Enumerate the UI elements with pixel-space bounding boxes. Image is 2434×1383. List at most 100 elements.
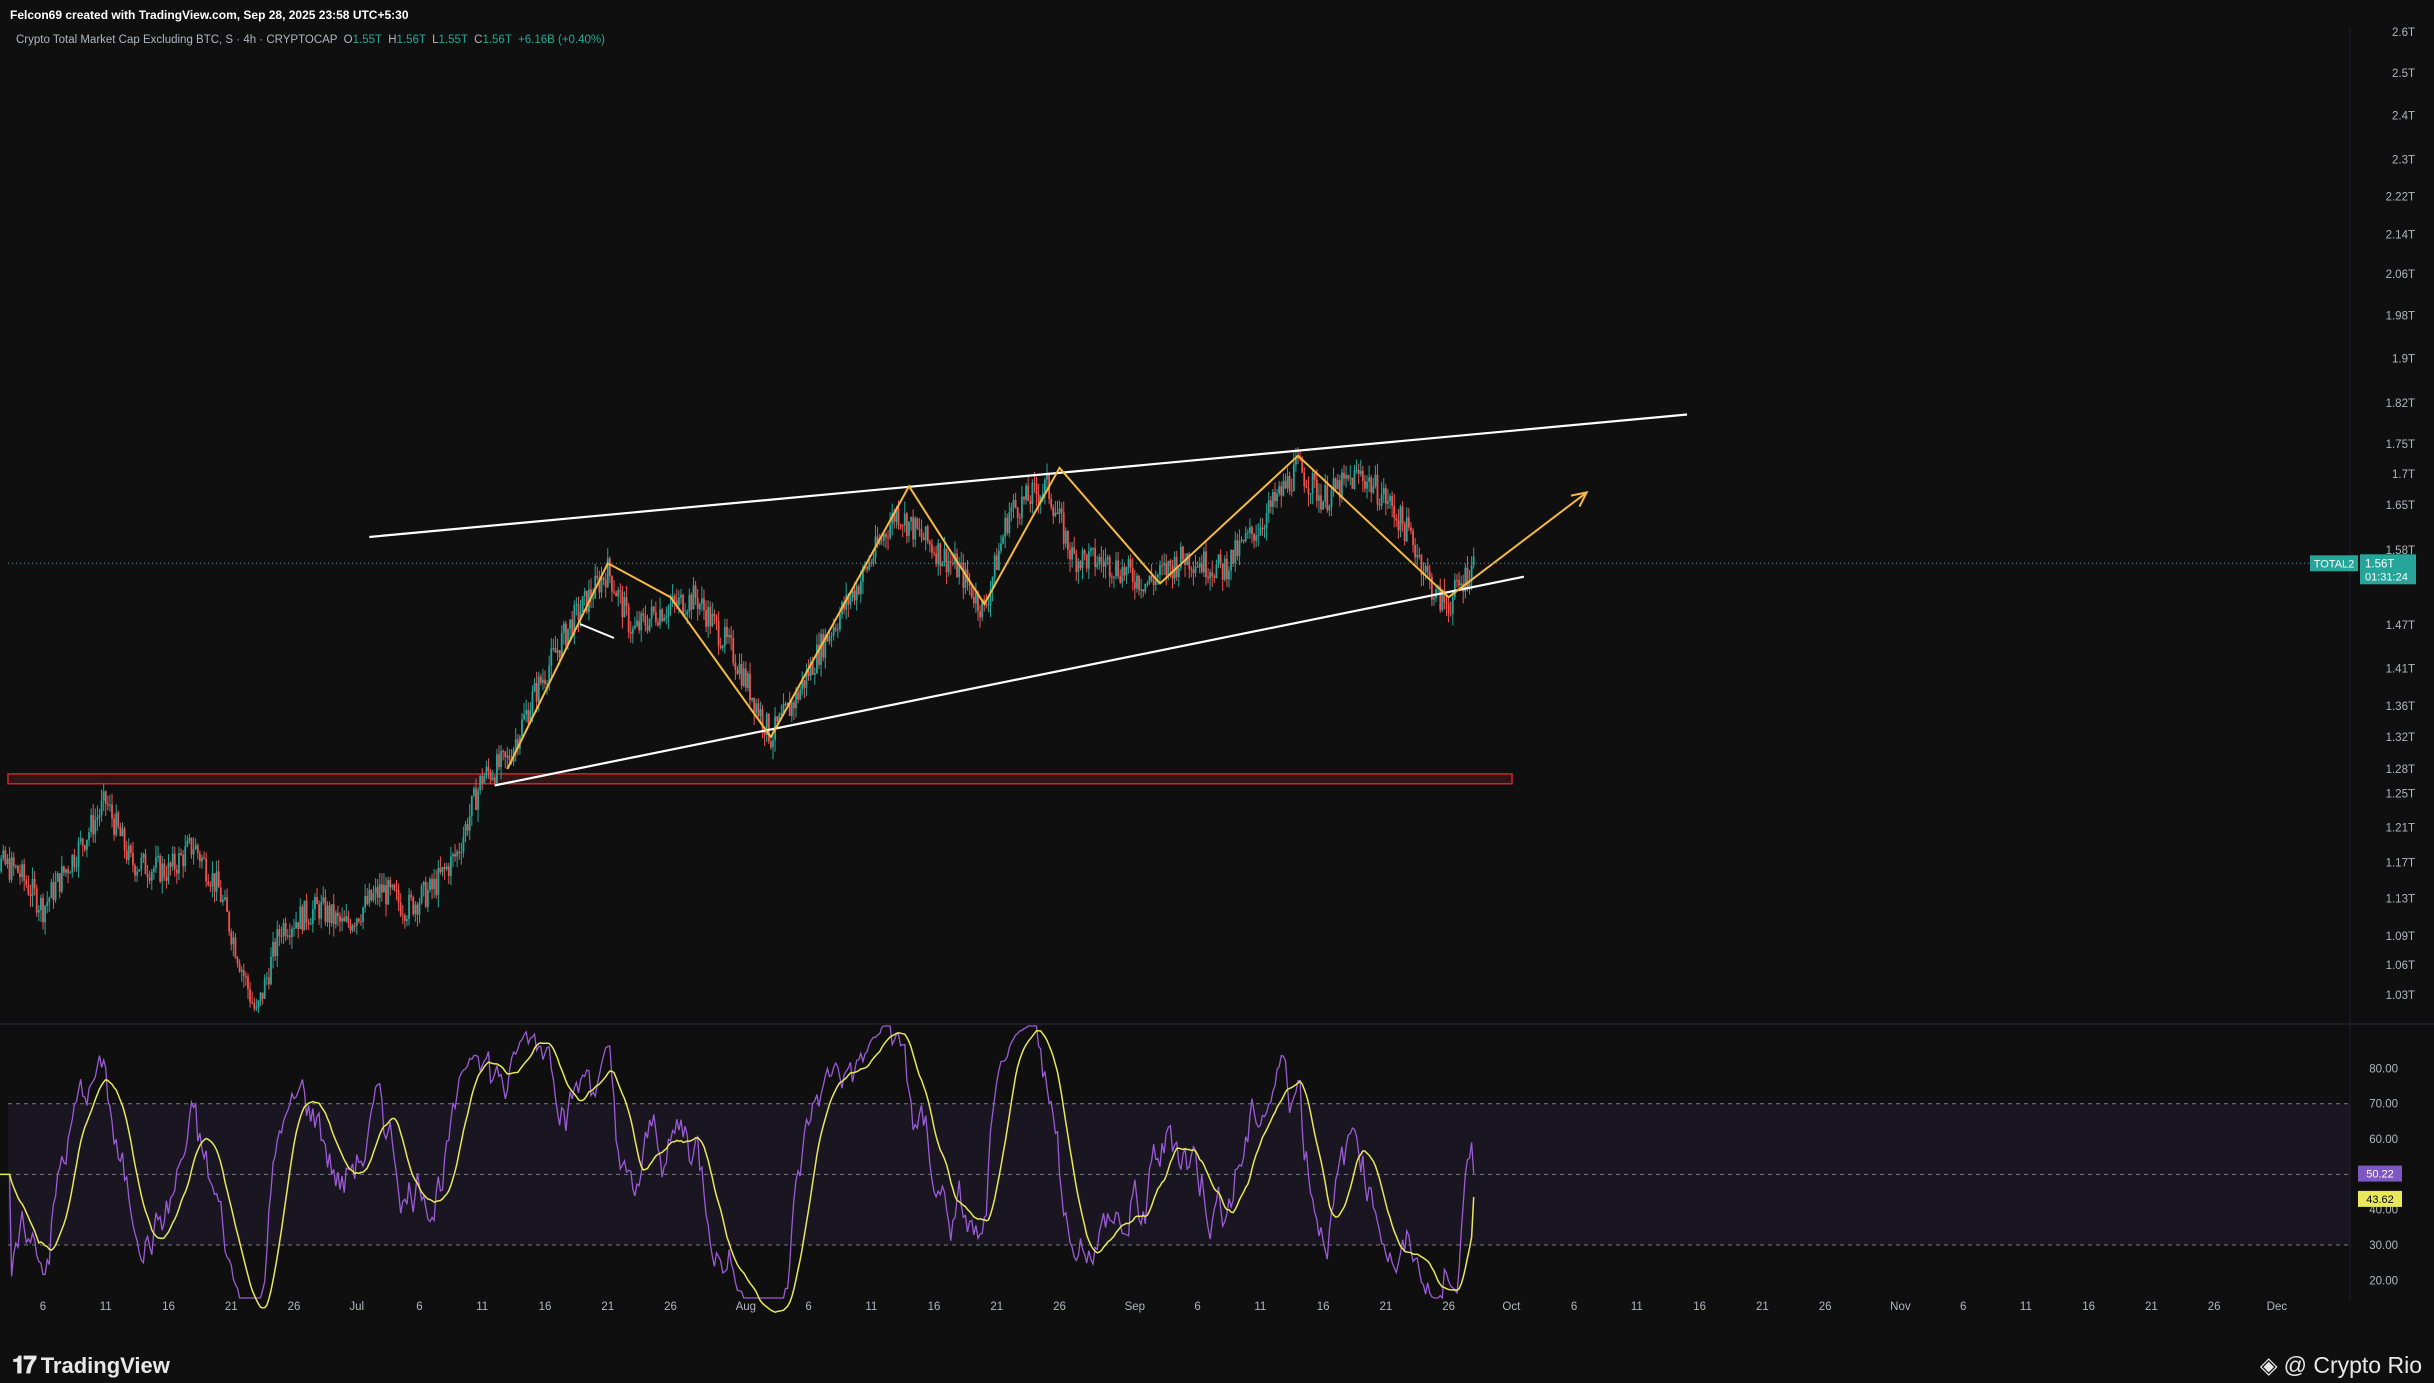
candle-body	[1456, 580, 1458, 582]
candle-body	[232, 937, 235, 945]
price-axis-label: 1.09T	[2386, 931, 2415, 943]
candle-body	[694, 585, 697, 598]
candle	[479, 774, 482, 795]
candle-body	[640, 613, 643, 631]
symbol-legend[interactable]: Crypto Total Market Cap Excluding BTC, S…	[16, 34, 605, 46]
candle-body	[380, 884, 383, 893]
candle	[1161, 555, 1163, 576]
candle	[297, 922, 300, 939]
candle	[1407, 507, 1410, 531]
candle-body	[1198, 563, 1201, 568]
candle-body	[284, 922, 287, 937]
candle-body	[581, 596, 584, 612]
candle-body	[86, 839, 88, 850]
candle-body	[908, 521, 910, 536]
candle-body	[1071, 547, 1073, 560]
candle	[1046, 463, 1048, 490]
candle	[1163, 553, 1166, 575]
candle	[912, 509, 915, 548]
candle	[1343, 464, 1345, 486]
tradingview-logo[interactable]: 𝟏𝟕 TradingView	[12, 1352, 170, 1380]
candle-body	[677, 597, 680, 606]
candle-body	[918, 528, 921, 530]
candle-body	[945, 549, 948, 573]
candle	[33, 871, 36, 896]
candle-body	[1393, 505, 1396, 518]
candle	[1123, 562, 1126, 581]
candle	[1060, 502, 1063, 523]
candle	[1372, 477, 1375, 494]
candle	[521, 713, 523, 739]
price-axis-label: 2.6T	[2392, 27, 2415, 39]
price-axis-label: 1.21T	[2386, 823, 2415, 835]
candle	[663, 613, 666, 622]
candle-body	[175, 869, 178, 874]
candle	[962, 553, 965, 600]
candle	[1330, 485, 1333, 517]
candle	[293, 918, 295, 937]
chart-canvas[interactable]: 2.6T 2.5T 2.4T 2.3T 2.22T 2.14T 2.06T 1.98T 1.9T…	[0, 0, 2434, 1340]
candle-body	[259, 992, 262, 1002]
candle-body	[1205, 551, 1207, 578]
candle-body	[1002, 536, 1004, 544]
candle-body	[688, 594, 691, 612]
price-axis-label: 1.03T	[2386, 990, 2415, 1002]
time-axis-label: 6	[1571, 1301, 1577, 1313]
candle	[498, 745, 500, 771]
candle	[1391, 491, 1394, 518]
candle-body	[1328, 506, 1331, 511]
candle	[732, 629, 735, 667]
candle-body	[479, 775, 482, 791]
candle-body	[615, 592, 618, 597]
candle-body	[431, 878, 433, 890]
candle	[385, 877, 387, 917]
candle	[175, 864, 178, 884]
candle	[207, 873, 210, 887]
price-axis-label: 1.13T	[2386, 894, 2415, 906]
candle	[1410, 522, 1412, 535]
candle-body	[470, 795, 473, 816]
candle	[751, 697, 753, 703]
candle	[188, 833, 191, 844]
candle	[905, 511, 908, 544]
candle	[1246, 528, 1249, 539]
candle-body	[437, 867, 440, 896]
candle-body	[757, 703, 760, 716]
rsi-pane[interactable]	[0, 1025, 2350, 1314]
candle	[31, 867, 34, 907]
candle	[667, 604, 670, 629]
candle	[1430, 573, 1433, 606]
candle	[104, 790, 107, 816]
candle	[48, 896, 51, 912]
candle	[1108, 554, 1111, 588]
candle-body	[362, 907, 364, 922]
candle	[10, 851, 13, 883]
candle	[230, 928, 233, 951]
candle-body	[544, 679, 546, 684]
candle-body	[707, 607, 710, 627]
candle-body	[117, 812, 120, 827]
candle	[1272, 489, 1274, 515]
candle	[259, 991, 262, 1007]
candle	[102, 783, 105, 812]
candle	[631, 625, 634, 644]
candle-body	[1353, 470, 1356, 489]
candle-body	[680, 594, 682, 598]
price-pane[interactable]	[0, 413, 2350, 1013]
candle-body	[31, 878, 34, 897]
price-axis-label: 1.28T	[2386, 764, 2415, 776]
candle-body	[797, 692, 799, 700]
candle	[157, 846, 159, 863]
candle	[75, 856, 78, 873]
candle	[544, 670, 546, 689]
channel-upper-line	[369, 413, 1688, 539]
candle	[52, 873, 55, 909]
candle	[192, 837, 195, 865]
candle-body	[1341, 472, 1343, 499]
candle	[113, 813, 116, 841]
candle-body	[399, 902, 402, 916]
time-axis-label: 26	[1053, 1301, 1066, 1313]
candle	[391, 883, 394, 890]
candle	[403, 912, 406, 929]
time-axis-label: Oct	[1502, 1301, 1521, 1313]
